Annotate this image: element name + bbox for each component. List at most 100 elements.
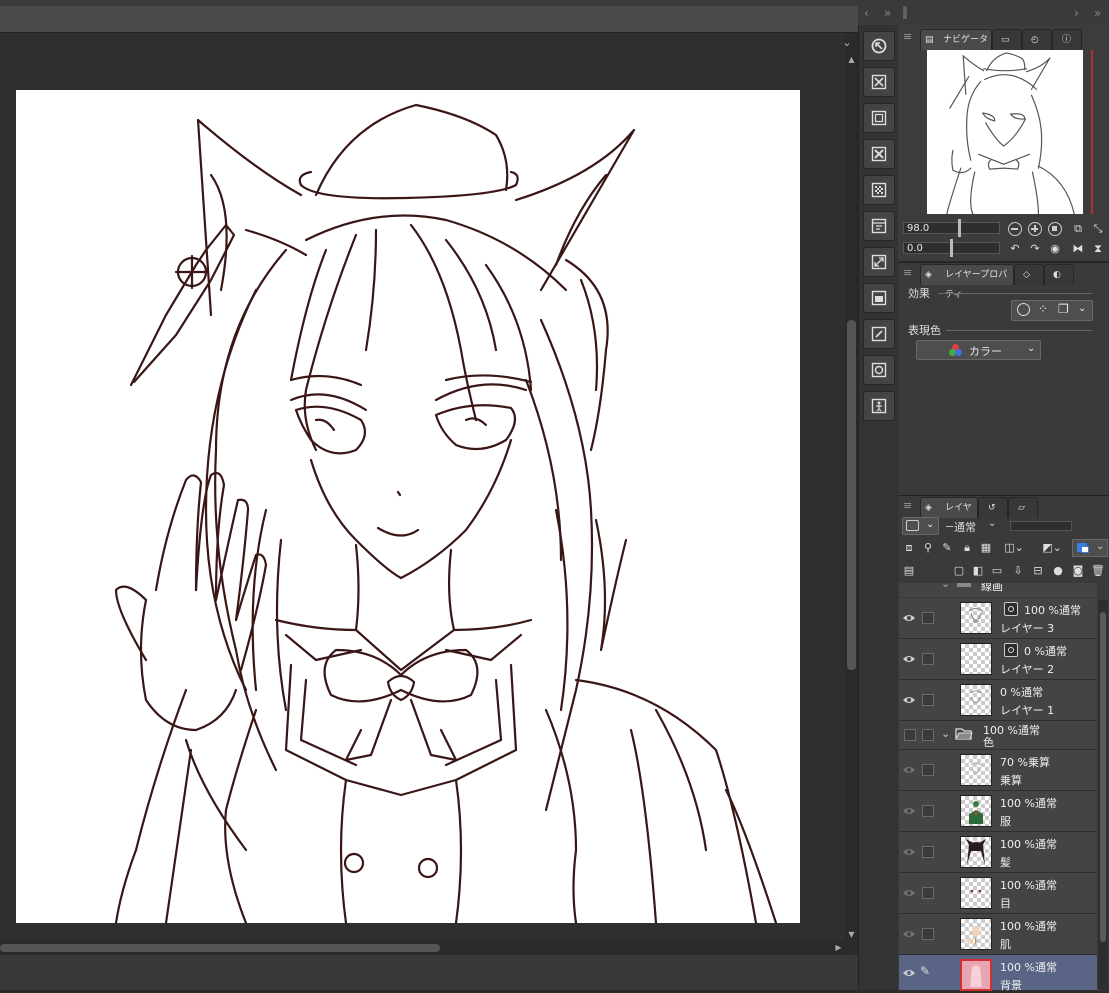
eye-icon[interactable] (902, 966, 916, 980)
layer-row[interactable]: 100 %通常 服 (899, 791, 1097, 832)
clip-icon[interactable]: ⧈ (902, 541, 916, 555)
tab-navigator[interactable]: ▤ ナビゲーター (920, 29, 992, 65)
tool-button-11[interactable] (863, 391, 895, 421)
horizontal-scroll-thumb[interactable] (0, 944, 440, 952)
lock-icon[interactable]: 🔒︎ (960, 541, 974, 555)
new-vector-layer-icon[interactable]: ◧ (971, 564, 985, 578)
layer-checkbox[interactable] (922, 805, 934, 817)
zoom-slider[interactable]: 98.0 (903, 222, 1000, 234)
layer-list-icon[interactable]: ▤ (902, 564, 916, 578)
layer-row[interactable]: 100 %通常 レイヤー 3 (899, 598, 1097, 639)
fit-window-icon[interactable]: ⧉ (1071, 222, 1085, 236)
eye-icon[interactable] (902, 693, 916, 707)
layer-color-mode-select[interactable]: ⌄ (902, 517, 939, 535)
vertical-scroll-thumb[interactable] (847, 320, 856, 670)
layer-checkbox[interactable] (922, 694, 934, 706)
border-effect-icon[interactable] (1017, 303, 1030, 316)
drawing-canvas[interactable] (16, 90, 800, 923)
scroll-right-icon[interactable]: ▶ (832, 942, 845, 954)
tab-info[interactable]: ⓘ (1052, 29, 1082, 50)
effect-buttons[interactable]: ⁘ ❐ ⌄ (1011, 300, 1093, 321)
eye-icon[interactable] (902, 886, 916, 900)
zoom-in-icon[interactable] (1028, 222, 1042, 236)
eye-icon[interactable] (902, 927, 916, 941)
layer-row[interactable]: 0 %通常 レイヤー 2 (899, 639, 1097, 680)
tool-button-6[interactable] (863, 211, 895, 241)
chevron-left-icon[interactable]: ‹ (864, 6, 869, 20)
tool-button-3[interactable] (863, 103, 895, 133)
zoom-out-icon[interactable] (1008, 222, 1022, 236)
eye-icon[interactable] (902, 804, 916, 818)
navigator-preview[interactable] (927, 50, 1083, 214)
visibility-checkbox[interactable] (904, 729, 916, 741)
rotate-left-icon[interactable]: ↶ (1008, 242, 1022, 256)
tool-button-10[interactable] (863, 355, 895, 385)
chevron-down-icon[interactable]: ⌄ (1078, 303, 1086, 314)
mask-icon[interactable]: ● (1051, 564, 1065, 578)
reset-rotation-icon[interactable]: ◉ (1048, 242, 1062, 256)
grip-icon[interactable]: ‖ (902, 5, 908, 19)
eye-icon[interactable] (902, 845, 916, 859)
trash-icon[interactable]: 🗑︎ (1091, 564, 1105, 578)
eye-icon[interactable] (902, 611, 916, 625)
tab-layer-search[interactable]: ◇ (1014, 264, 1044, 285)
tone-icon[interactable]: ⁘ (1038, 302, 1048, 316)
mask-select-icon[interactable]: ◫⌄ (1002, 541, 1026, 555)
layer-checkbox[interactable] (922, 846, 934, 858)
double-chevron-right-icon[interactable]: » (1094, 6, 1101, 20)
layer-checkbox[interactable] (922, 887, 934, 899)
layer-checkbox[interactable] (922, 928, 934, 940)
panel-menu-icon[interactable]: ≡ (903, 30, 912, 43)
rotate-right-icon[interactable]: ↷ (1028, 242, 1042, 256)
scroll-down-icon[interactable]: ▼ (845, 929, 858, 941)
layer-checkbox[interactable] (922, 764, 934, 776)
layer-row[interactable]: 100 %通常 目 (899, 873, 1097, 914)
layer-row[interactable]: 100 %通常 肌 (899, 914, 1097, 955)
layer-checkbox[interactable] (922, 653, 934, 665)
tool-button-8[interactable] (863, 283, 895, 313)
layer-color-select[interactable]: ⌄ (1072, 539, 1108, 557)
layer-row-selected[interactable]: ✎ 100 %通常 背景 (899, 955, 1097, 992)
chevron-down-icon[interactable]: ⌄ (941, 727, 950, 740)
tab-auto-action[interactable]: ↺ (978, 497, 1008, 518)
opacity-slider[interactable] (1010, 521, 1072, 531)
fit-navigator-icon[interactable]: ⤡ (1091, 222, 1105, 236)
actual-size-icon[interactable] (1048, 222, 1062, 236)
layer-row[interactable]: 0 %通常 レイヤー 1 (899, 680, 1097, 721)
panel-menu-icon[interactable]: ≡ (903, 499, 912, 512)
blend-mode-select[interactable]: 通常 ⌄ (950, 517, 1002, 535)
tool-button-9[interactable] (863, 319, 895, 349)
zoom-slider-handle[interactable] (958, 219, 961, 237)
panel-menu-icon[interactable]: ≡ (903, 266, 912, 279)
layer-row[interactable]: 100 %通常 髪 (899, 832, 1097, 873)
group-row-lineart[interactable]: ⌄ 線画 (899, 583, 1097, 597)
apply-mask-icon[interactable]: ◙ (1071, 564, 1085, 578)
ruler-select-icon[interactable]: ◩⌄ (1038, 541, 1066, 555)
rotate-slider-handle[interactable] (950, 239, 953, 257)
tab-tool-property[interactable]: ◐ (1044, 264, 1074, 285)
eye-icon[interactable] (902, 652, 916, 666)
layer-checkbox[interactable] (922, 612, 934, 624)
double-chevron-right-icon[interactable]: » (884, 6, 891, 20)
draft-icon[interactable]: ✎ (940, 541, 954, 555)
tool-button-1[interactable] (863, 31, 895, 61)
lock-transparent-icon[interactable]: ▦ (979, 541, 993, 555)
group-row-color[interactable]: ⌄ 100 %通常 色 (899, 721, 1097, 750)
new-raster-layer-icon[interactable]: ▢ (952, 564, 966, 578)
layer-checkbox[interactable] (922, 729, 934, 741)
transfer-down-icon[interactable]: ⇩ (1011, 564, 1025, 578)
tab-layer[interactable]: ◈ レイヤー (920, 497, 978, 533)
tool-button-7[interactable] (863, 247, 895, 277)
tab-sub-view[interactable]: ▭ (992, 29, 1022, 50)
flip-horizontal-icon[interactable]: ⧓ (1071, 242, 1085, 256)
layer-scroll-thumb[interactable] (1100, 612, 1106, 942)
chevron-right-icon[interactable]: › (1074, 6, 1079, 20)
tool-button-5[interactable] (863, 175, 895, 205)
flip-vertical-icon[interactable]: ⧗ (1091, 242, 1105, 256)
tab-layer-property[interactable]: ◈ レイヤープロパティ (920, 264, 1014, 300)
scroll-up-icon[interactable]: ▲ (845, 54, 858, 66)
reference-icon[interactable]: ⚲ (921, 541, 935, 555)
chevron-down-icon[interactable]: ⌄ (838, 34, 856, 52)
tab-material[interactable]: ▱ (1008, 497, 1038, 518)
layer-color-icon[interactable]: ❐ (1058, 302, 1069, 316)
